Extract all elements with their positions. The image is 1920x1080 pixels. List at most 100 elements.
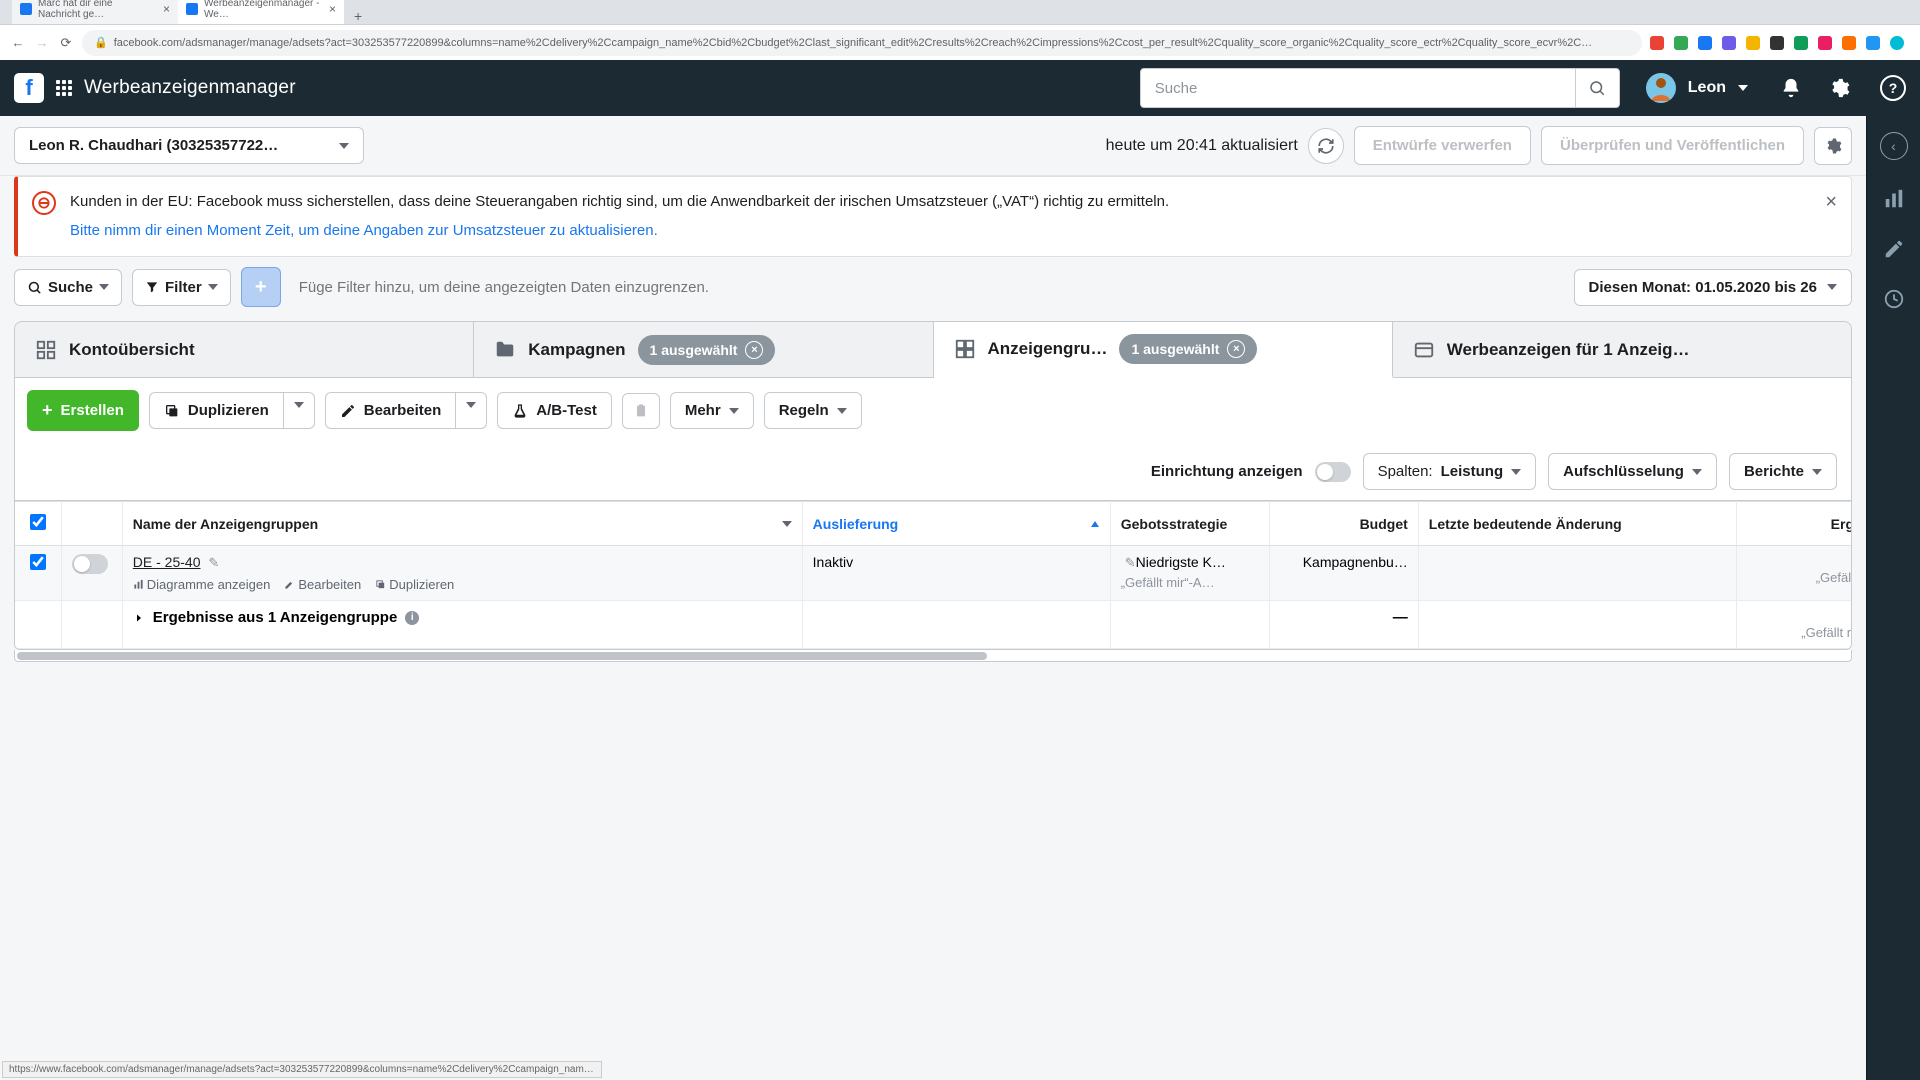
- duplicate-dropdown[interactable]: [283, 392, 315, 429]
- extension-icon[interactable]: [1698, 36, 1712, 50]
- folder-icon: [494, 339, 516, 361]
- edit-dropdown[interactable]: [455, 392, 487, 429]
- account-selector[interactable]: Leon R. Chaudhari (30325357722…: [14, 127, 364, 164]
- edit-icon[interactable]: ✎: [208, 555, 219, 570]
- chip-label: 1 ausgewählt: [1131, 341, 1219, 357]
- duplicate-button[interactable]: Duplizieren: [149, 392, 283, 429]
- edit-label: Bearbeiten: [364, 402, 442, 419]
- selected-chip[interactable]: 1 ausgewählt ×: [638, 335, 776, 365]
- new-tab-button[interactable]: +: [344, 8, 372, 24]
- extension-icon[interactable]: [1650, 36, 1664, 50]
- brand-title: Werbeanzeigenmanager: [84, 77, 296, 99]
- scrollbar-thumb[interactable]: [17, 652, 987, 660]
- history-icon[interactable]: [1883, 288, 1905, 310]
- extension-icon[interactable]: [1818, 36, 1832, 50]
- col-checkbox[interactable]: [15, 502, 62, 546]
- main-tabs: Kontoübersicht Kampagnen 1 ausgewählt × …: [14, 321, 1852, 377]
- col-bidstrategy[interactable]: Gebotsstrategie: [1110, 502, 1269, 546]
- chevron-down-icon[interactable]: [1738, 85, 1748, 91]
- facebook-logo[interactable]: f: [14, 73, 44, 103]
- tab-campaigns[interactable]: Kampagnen 1 ausgewählt ×: [474, 322, 933, 377]
- summary-expander[interactable]: Ergebnisse aus 1 Anzeigengruppe i: [133, 609, 420, 626]
- reload-button[interactable]: ⟳: [58, 35, 74, 51]
- charts-icon[interactable]: [1883, 188, 1905, 210]
- create-button[interactable]: + Erstellen: [27, 390, 139, 431]
- breakdown-button[interactable]: Aufschlüsselung: [1548, 453, 1717, 490]
- date-range-picker[interactable]: Diesen Monat: 01.05.2020 bis 26: [1574, 269, 1852, 306]
- bell-icon[interactable]: [1780, 77, 1802, 99]
- extension-icon[interactable]: [1674, 36, 1688, 50]
- browser-tab[interactable]: Werbeanzeigenmanager - We… ×: [178, 0, 344, 24]
- columns-prefix: Spalten:: [1378, 463, 1433, 480]
- alert-link[interactable]: Bitte nimm dir einen Moment Zeit, um dei…: [70, 220, 1169, 243]
- adset-name-link[interactable]: DE - 25-40: [133, 554, 201, 570]
- settings-button[interactable]: [1814, 127, 1852, 165]
- header-search[interactable]: [1140, 68, 1620, 108]
- abtest-button[interactable]: A/B-Test: [497, 392, 612, 429]
- col-budget[interactable]: Budget: [1270, 502, 1419, 546]
- extension-icon[interactable]: [1722, 36, 1736, 50]
- search-filter-button[interactable]: Suche: [14, 269, 122, 306]
- row-checkbox[interactable]: [30, 554, 46, 570]
- tab-adsets[interactable]: Anzeigengru… 1 ausgewählt ×: [934, 322, 1393, 378]
- address-bar[interactable]: 🔒 facebook.com/adsmanager/manage/adsets?…: [82, 30, 1642, 56]
- table-row[interactable]: DE - 25-40 ✎ Diagramme anzeigen Bearbeit…: [15, 546, 1852, 601]
- view-charts-action[interactable]: Diagramme anzeigen: [133, 577, 271, 592]
- refresh-button[interactable]: [1308, 128, 1344, 164]
- col-lastchange[interactable]: Letzte bedeutende Änderung: [1418, 502, 1737, 546]
- more-button[interactable]: Mehr: [670, 392, 754, 429]
- tab-ads[interactable]: Werbeanzeigen für 1 Anzeig…: [1393, 322, 1851, 377]
- tab-account-overview[interactable]: Kontoübersicht: [15, 322, 474, 377]
- delivery-value: Inaktiv: [813, 554, 853, 570]
- setup-label: Einrichtung anzeigen: [1151, 463, 1303, 480]
- setup-toggle[interactable]: [1315, 462, 1351, 482]
- chip-label: 1 ausgewählt: [650, 342, 738, 358]
- back-button[interactable]: ←: [10, 35, 26, 51]
- reports-button[interactable]: Berichte: [1729, 453, 1837, 490]
- extension-icon[interactable]: [1842, 36, 1856, 50]
- search-button[interactable]: [1575, 69, 1619, 107]
- extension-icon[interactable]: [1866, 36, 1880, 50]
- forward-button[interactable]: →: [34, 35, 50, 51]
- col-name[interactable]: Name der Anzeigengruppen: [122, 502, 802, 546]
- search-input[interactable]: [1141, 80, 1575, 97]
- close-icon[interactable]: ×: [745, 341, 763, 359]
- extension-icon[interactable]: [1746, 36, 1760, 50]
- help-icon[interactable]: ?: [1880, 75, 1906, 101]
- gear-icon[interactable]: [1828, 77, 1850, 99]
- info-icon[interactable]: i: [405, 611, 419, 625]
- browser-tab[interactable]: Marc hat dir eine Nachricht ge… ×: [12, 0, 178, 24]
- extension-icon[interactable]: [1770, 36, 1784, 50]
- edit-icon[interactable]: ✎: [1125, 555, 1136, 570]
- duplicate-action[interactable]: Duplizieren: [375, 577, 454, 592]
- filter-input[interactable]: [291, 279, 1564, 296]
- close-icon[interactable]: ×: [329, 2, 336, 16]
- columns-value: Leistung: [1441, 463, 1504, 480]
- edit-button[interactable]: Bearbeiten: [325, 392, 456, 429]
- close-icon[interactable]: ×: [1825, 191, 1837, 214]
- header-checkbox[interactable]: [30, 514, 46, 530]
- apps-icon[interactable]: [56, 80, 72, 96]
- profile-icon[interactable]: [1890, 36, 1904, 50]
- clipboard-button[interactable]: [622, 393, 660, 429]
- user-name[interactable]: Leon: [1688, 79, 1726, 97]
- discard-drafts-button[interactable]: Entwürfe verwerfen: [1354, 126, 1531, 165]
- filter-button[interactable]: Filter: [132, 269, 231, 306]
- collapse-icon[interactable]: ‹: [1880, 132, 1908, 160]
- col-lastchange-label: Letzte bedeutende Änderung: [1429, 516, 1622, 532]
- columns-button[interactable]: Spalten: Leistung: [1363, 453, 1537, 490]
- extension-icon[interactable]: [1794, 36, 1808, 50]
- row-toggle[interactable]: [72, 554, 108, 574]
- rules-button[interactable]: Regeln: [764, 392, 862, 429]
- close-icon[interactable]: ×: [163, 2, 170, 16]
- edit-icon[interactable]: [1883, 238, 1905, 260]
- close-icon[interactable]: ×: [1227, 340, 1245, 358]
- selected-chip[interactable]: 1 ausgewählt ×: [1119, 334, 1257, 364]
- review-publish-button[interactable]: Überprüfen und Veröffentlichen: [1541, 126, 1804, 165]
- avatar[interactable]: [1646, 73, 1676, 103]
- edit-action[interactable]: Bearbeiten: [284, 577, 361, 592]
- add-filter-button[interactable]: +: [241, 267, 281, 307]
- horizontal-scrollbar[interactable]: [14, 650, 1852, 662]
- col-results[interactable]: Erg: [1737, 502, 1852, 546]
- col-delivery[interactable]: Auslieferung: [802, 502, 1110, 546]
